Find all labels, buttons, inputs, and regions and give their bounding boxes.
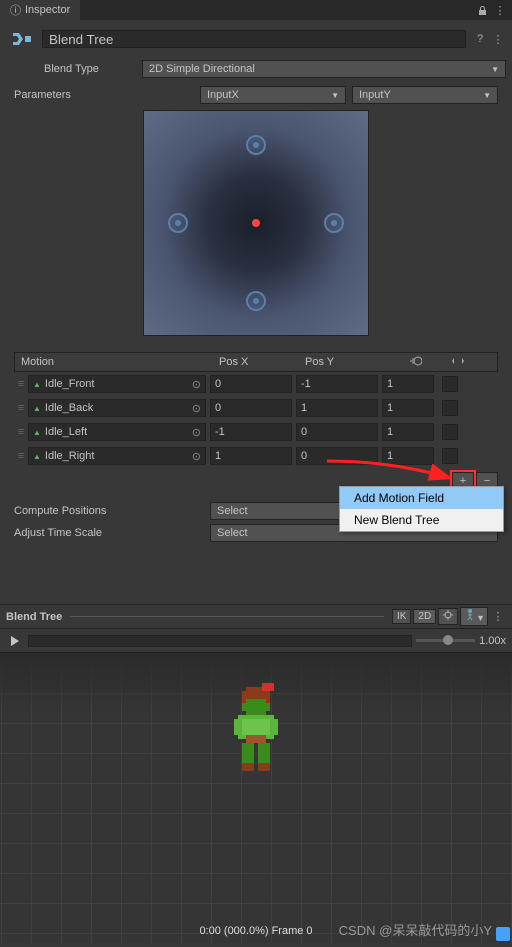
mirror-checkbox[interactable] <box>442 400 458 416</box>
menu-new-blend-tree[interactable]: New Blend Tree <box>340 509 503 531</box>
menu-icon[interactable]: ⋮ <box>492 2 508 18</box>
blend-node-bottom[interactable] <box>246 291 266 311</box>
clip-play-icon: ▲ <box>33 428 41 437</box>
blend-node-top[interactable] <box>246 135 266 155</box>
blend-center-point[interactable] <box>252 219 260 227</box>
inspector-tab[interactable]: ⓘ Inspector <box>0 0 80 21</box>
motion-row[interactable]: ≡ ▲ Idle_Front ⊙ 0 -1 1 <box>14 372 498 396</box>
clip-play-icon: ▲ <box>33 380 41 389</box>
param-y-dropdown[interactable]: InputY▼ <box>352 86 498 104</box>
row-drag-handle[interactable]: ≡ <box>14 426 28 438</box>
posx-field[interactable]: -1 <box>210 423 292 441</box>
speed-field[interactable]: 1 <box>382 423 434 441</box>
motion-name: Idle_Right <box>45 450 95 462</box>
posy-field[interactable]: 0 <box>296 423 378 441</box>
corner-badge-icon <box>496 927 510 941</box>
posx-field[interactable]: 0 <box>210 375 292 393</box>
col-posy: Pos Y <box>301 356 387 368</box>
lock-icon[interactable] <box>474 2 490 18</box>
motion-clip-field[interactable]: ▲ Idle_Back ⊙ <box>28 399 206 417</box>
speed-field[interactable]: 1 <box>382 399 434 417</box>
info-icon: ⓘ <box>10 2 21 18</box>
row-drag-handle[interactable]: ≡ <box>14 450 28 462</box>
blend-node-right[interactable] <box>324 213 344 233</box>
mirror-checkbox[interactable] <box>442 448 458 464</box>
context-menu: Add Motion Field New Blend Tree <box>339 486 504 532</box>
options-icon[interactable]: ⋮ <box>490 31 506 47</box>
help-icon[interactable]: ? <box>472 31 488 47</box>
preview-viewport[interactable]: 0:00 (000.0%) Frame 0 CSDN @呆呆敲代码的小Y <box>0 653 512 943</box>
motion-row[interactable]: ≡ ▲ Idle_Left ⊙ -1 0 1 <box>14 420 498 444</box>
speed-field[interactable]: 1 <box>382 447 434 465</box>
motion-clip-field[interactable]: ▲ Idle_Right ⊙ <box>28 447 206 465</box>
mirror-checkbox[interactable] <box>442 376 458 392</box>
watermark: CSDN @呆呆敲代码的小Y <box>339 920 492 939</box>
motion-name: Idle_Front <box>45 378 95 390</box>
object-picker-icon[interactable]: ⊙ <box>192 378 201 391</box>
chevron-down-icon: ▼ <box>491 65 499 74</box>
pivot-toggle[interactable] <box>438 608 458 625</box>
posy-field[interactable]: 0 <box>296 447 378 465</box>
preview-menu-icon[interactable]: ⋮ <box>490 609 506 625</box>
menu-add-motion-field[interactable]: Add Motion Field <box>340 487 503 509</box>
clip-play-icon: ▲ <box>33 452 41 461</box>
posy-field[interactable]: -1 <box>296 375 378 393</box>
blend-tree-icon <box>6 24 36 54</box>
motion-name: Idle_Back <box>45 402 93 414</box>
blend-visualization[interactable] <box>143 110 369 336</box>
timeline-scrubber[interactable] <box>28 635 412 647</box>
preview-character <box>226 683 286 782</box>
2d-toggle[interactable]: 2D <box>413 609 436 624</box>
compute-positions-label: Compute Positions <box>14 505 204 517</box>
clip-play-icon: ▲ <box>33 404 41 413</box>
col-posx: Pos X <box>215 356 301 368</box>
motion-clip-field[interactable]: ▲ Idle_Left ⊙ <box>28 423 206 441</box>
blend-type-dropdown[interactable]: 2D Simple Directional ▼ <box>142 60 506 78</box>
adjust-time-scale-label: Adjust Time Scale <box>14 527 204 539</box>
posy-field[interactable]: 1 <box>296 399 378 417</box>
ik-toggle[interactable]: IK <box>392 609 411 624</box>
blend-type-label: Blend Type <box>6 63 136 75</box>
motion-name: Idle_Left <box>45 426 87 438</box>
motion-clip-field[interactable]: ▲ Idle_Front ⊙ <box>28 375 206 393</box>
col-speed-icon <box>387 356 443 369</box>
object-picker-icon[interactable]: ⊙ <box>192 402 201 415</box>
object-picker-icon[interactable]: ⊙ <box>192 426 201 439</box>
object-picker-icon[interactable]: ⊙ <box>192 450 201 463</box>
avatar-toggle[interactable]: ▾ <box>460 607 488 626</box>
parameters-label: Parameters <box>14 89 194 101</box>
posx-field[interactable]: 1 <box>210 447 292 465</box>
name-field[interactable] <box>42 30 466 48</box>
motion-row[interactable]: ≡ ▲ Idle_Back ⊙ 0 1 1 <box>14 396 498 420</box>
speed-value: 1.00x <box>479 635 506 647</box>
param-x-dropdown[interactable]: InputX▼ <box>200 86 346 104</box>
play-button[interactable] <box>6 632 24 650</box>
row-drag-handle[interactable]: ≡ <box>14 402 28 414</box>
frame-info: 0:00 (000.0%) Frame 0 <box>199 925 312 937</box>
preview-title: Blend Tree <box>6 611 62 623</box>
row-drag-handle[interactable]: ≡ <box>14 378 28 390</box>
speed-field[interactable]: 1 <box>382 375 434 393</box>
motion-table-header: Motion Pos X Pos Y <box>14 352 498 372</box>
posx-field[interactable]: 0 <box>210 399 292 417</box>
speed-slider[interactable] <box>416 639 475 642</box>
col-motion: Motion <box>15 356 215 368</box>
mirror-checkbox[interactable] <box>442 424 458 440</box>
tab-title: Inspector <box>25 4 70 16</box>
col-mirror-icon <box>443 355 473 370</box>
blend-node-left[interactable] <box>168 213 188 233</box>
motion-row[interactable]: ≡ ▲ Idle_Right ⊙ 1 0 1 <box>14 444 498 468</box>
